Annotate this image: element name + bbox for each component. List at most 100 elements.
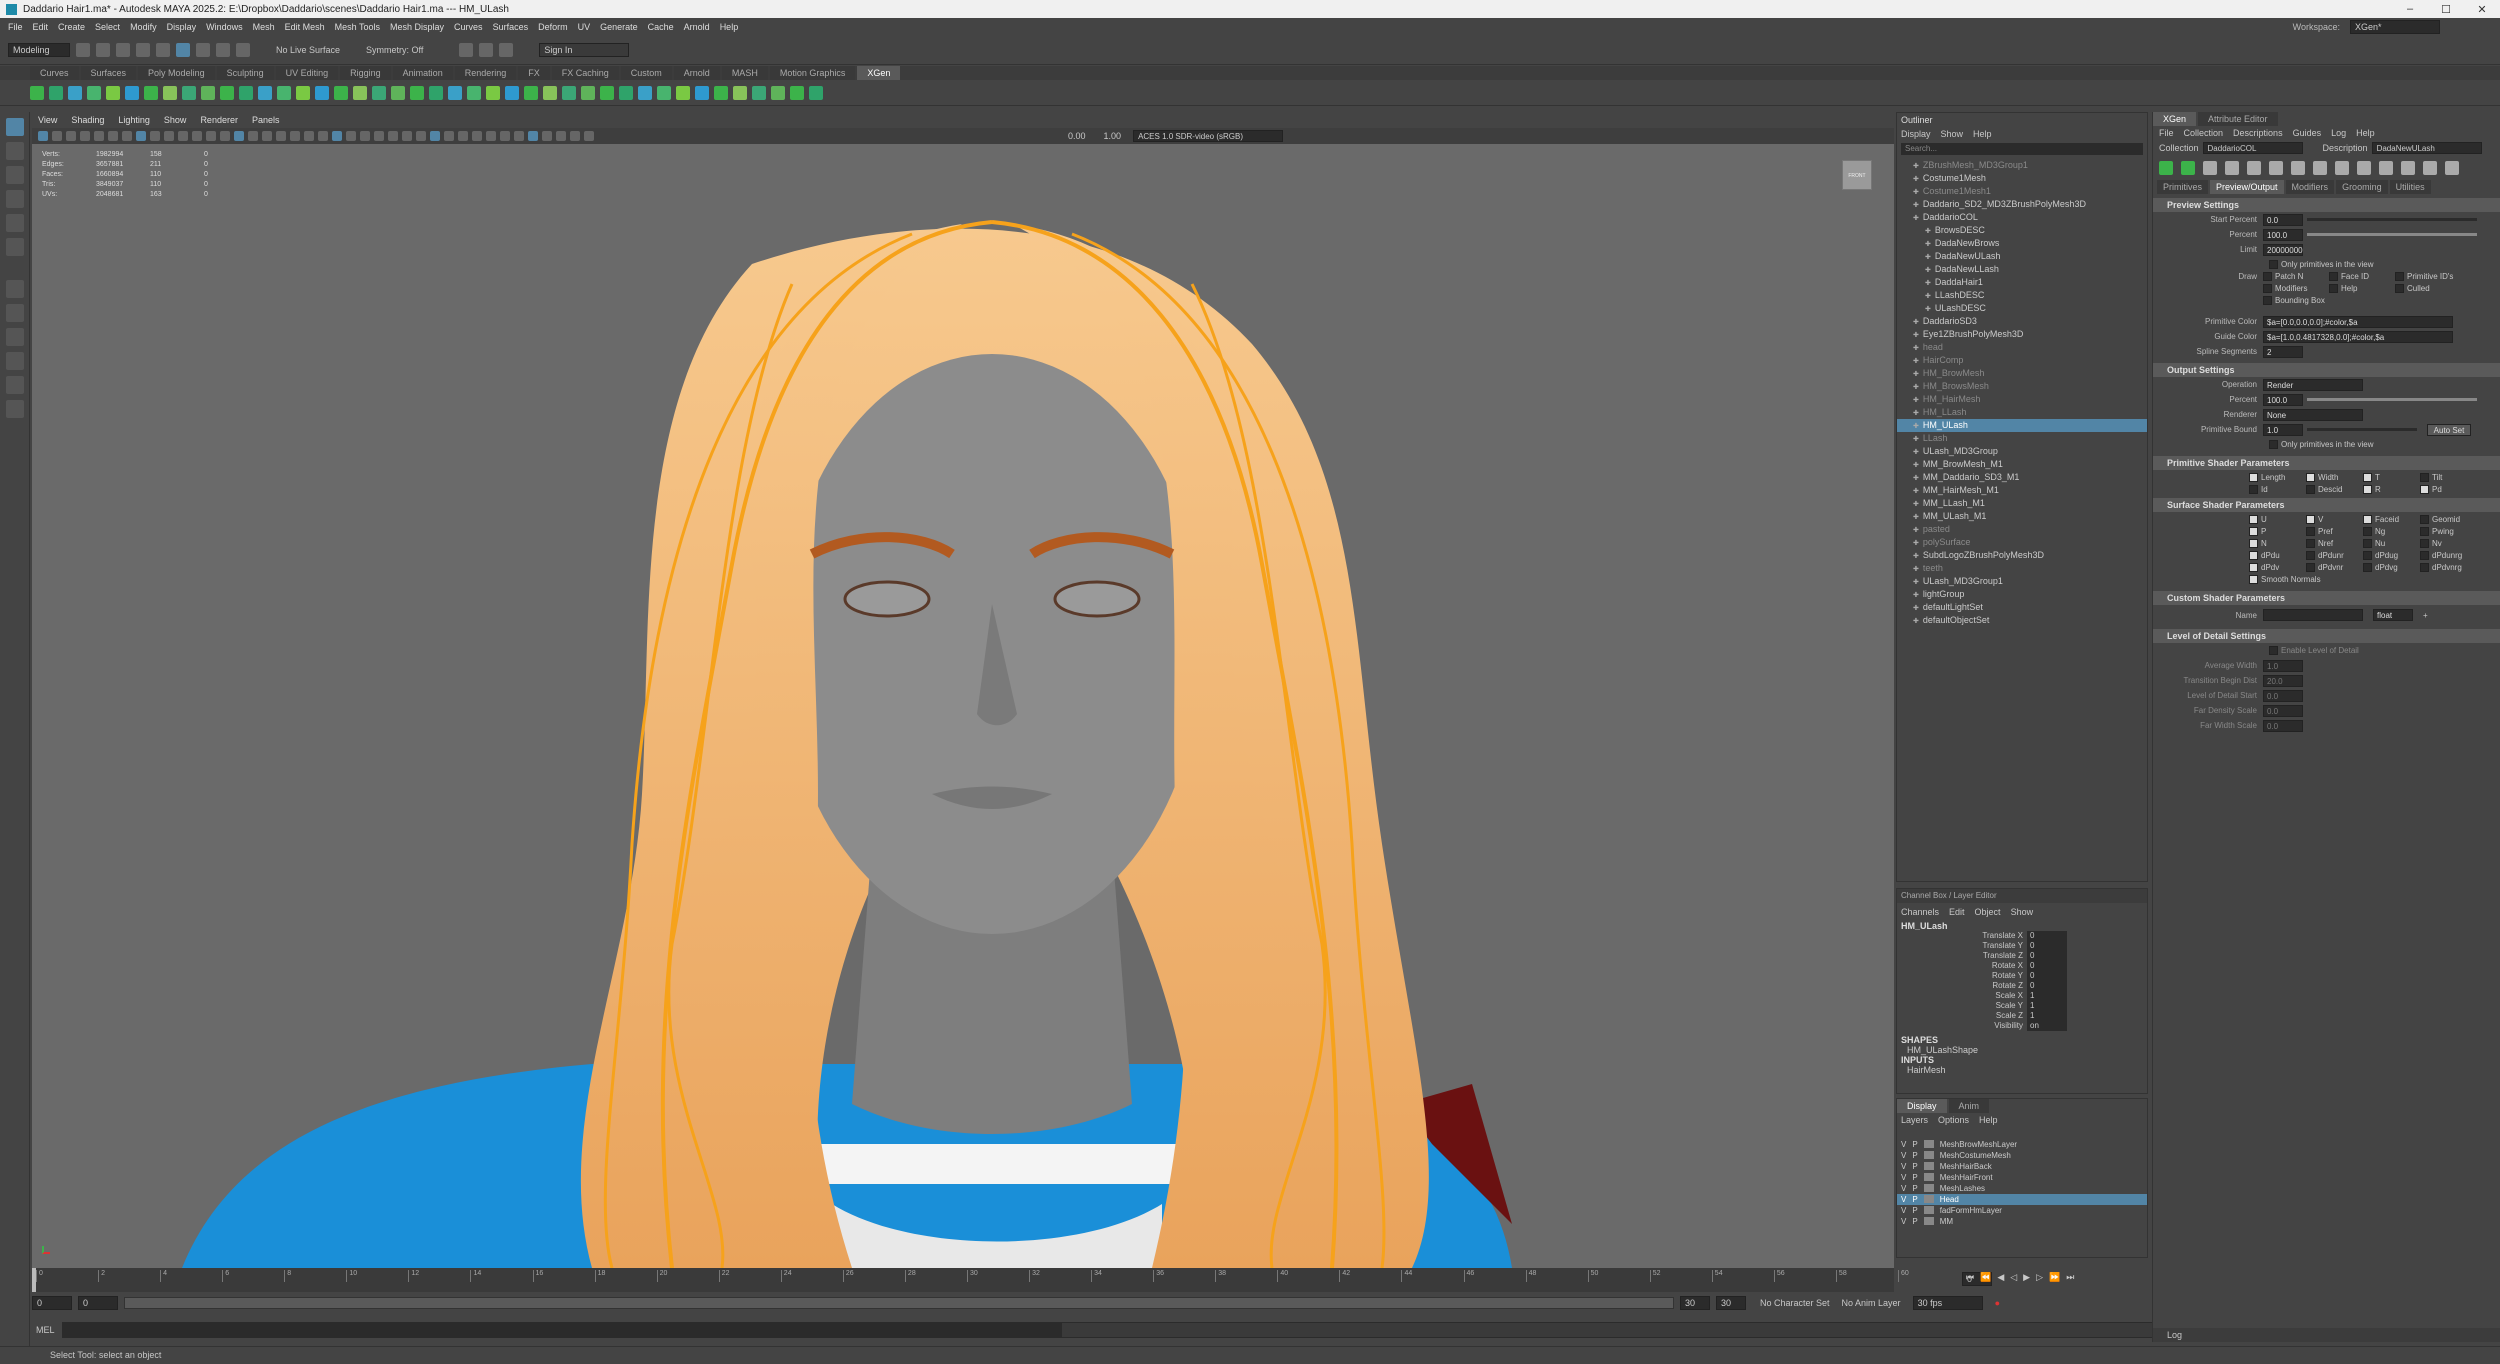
end-time-field[interactable]: 30 [1716, 1296, 1746, 1310]
xgen-shelf-tool-icon[interactable] [467, 85, 481, 100]
surf-shader-checkbox[interactable] [2420, 563, 2429, 572]
lod-field[interactable]: 20.0 [2263, 674, 2303, 687]
xgen-shelf-tool-icon[interactable] [68, 85, 82, 100]
layer-color-swatch[interactable] [1923, 1217, 1934, 1225]
minimize-button[interactable]: – [2392, 3, 2428, 15]
auto-key-icon[interactable]: ● [1995, 1298, 2000, 1308]
outliner-item[interactable]: ✚ BrowsDESC [1897, 224, 2147, 237]
layer-visibility-toggle[interactable]: V [1901, 1183, 1906, 1194]
xgen-shelf-tool-icon[interactable] [201, 85, 215, 100]
undo-icon[interactable] [136, 42, 150, 57]
surf-shader-checkbox[interactable] [2249, 515, 2258, 524]
xgen-shelf-tool-icon[interactable] [562, 85, 576, 100]
exposure-value[interactable]: 0.00 [1068, 131, 1086, 141]
viewport-toolbar-icon[interactable] [528, 131, 538, 141]
channel-menu-edit[interactable]: Edit [1949, 907, 1965, 917]
close-button[interactable]: ✕ [2464, 3, 2500, 16]
viewport-front[interactable]: Verts: 1982994 158 0 Edges: 3657881 211 0 Faces:… [32, 144, 1894, 1268]
outliner-layout-icon[interactable] [6, 352, 24, 370]
xgen-tab-grooming[interactable]: Grooming [2336, 180, 2388, 194]
outliner-item[interactable]: ✚ ULashDESC [1897, 302, 2147, 315]
layer-row[interactable]: V P MeshHairFront [1897, 1172, 2147, 1183]
percent-field[interactable]: 100.0 [2263, 228, 2303, 241]
viewport-toolbar-icon[interactable] [262, 131, 272, 141]
xgen-top-tab-xgen[interactable]: XGen [2153, 112, 2197, 126]
limit-field[interactable]: 20000000 [2263, 243, 2303, 256]
layer-playback-toggle[interactable]: P [1912, 1161, 1917, 1172]
xgen-tool-icon[interactable] [2225, 161, 2239, 175]
xgen-shelf-tool-icon[interactable] [410, 85, 424, 100]
viewport-toolbar-icon[interactable] [206, 131, 216, 141]
layer-color-swatch[interactable] [1923, 1140, 1934, 1148]
layer-color-swatch[interactable] [1923, 1162, 1934, 1170]
paint-select-icon[interactable] [6, 166, 24, 184]
viewport-toolbar-icon[interactable] [150, 131, 160, 141]
menu-windows[interactable]: Windows [206, 22, 243, 32]
panel-menu-show[interactable]: Show [164, 115, 187, 125]
layer-playback-toggle[interactable]: P [1912, 1194, 1917, 1205]
layer-menu-options[interactable]: Options [1938, 1115, 1969, 1125]
layer-playback-toggle[interactable]: P [1912, 1183, 1917, 1194]
outliner-item[interactable]: ✚ MM_ULash_M1 [1897, 510, 2147, 523]
outliner-item[interactable]: ✚ DaddaHair1 [1897, 276, 2147, 289]
layer-row[interactable]: V P Head [1897, 1194, 2147, 1205]
shelf-tab-fx-caching[interactable]: FX Caching [551, 66, 619, 80]
xgen-tool-icon[interactable] [2159, 161, 2173, 175]
outliner-item[interactable]: ✚ MM_Daddario_SD3_M1 [1897, 471, 2147, 484]
persp-outliner-icon[interactable] [6, 376, 24, 394]
character-set-label[interactable]: No Character Set [1760, 1298, 1830, 1308]
menu-modify[interactable]: Modify [130, 22, 157, 32]
xgen-shelf-tool-icon[interactable] [277, 85, 291, 100]
render-settings-icon[interactable] [499, 42, 514, 57]
menu-mesh-display[interactable]: Mesh Display [390, 22, 444, 32]
shelf-tab-animation[interactable]: Animation [392, 66, 453, 80]
layer-playback-toggle[interactable]: P [1912, 1150, 1917, 1161]
channel-menu-object[interactable]: Object [1975, 907, 2001, 917]
outliner-item[interactable]: ✚ HM_HairMesh [1897, 393, 2147, 406]
gamma-value[interactable]: 1.00 [1104, 131, 1122, 141]
viewport-toolbar-icon[interactable] [570, 131, 580, 141]
viewport-toolbar-icon[interactable] [38, 131, 48, 141]
start-time-field[interactable]: 0 [32, 1296, 72, 1310]
viewport-toolbar-icon[interactable] [192, 131, 202, 141]
surf-shader-checkbox[interactable] [2363, 563, 2372, 572]
outliner-item[interactable]: ✚ HM_BrowMesh [1897, 367, 2147, 380]
outliner-item[interactable]: ✚ LLashDESC [1897, 289, 2147, 302]
ipr-render-icon[interactable] [479, 42, 494, 57]
xgen-tool-icon[interactable] [2445, 161, 2459, 175]
go-to-start-icon[interactable]: ⏮ [1966, 1272, 1974, 1283]
outliner-item[interactable]: ✚ Costume1Mesh1 [1897, 185, 2147, 198]
viewport-toolbar-icon[interactable] [430, 131, 440, 141]
viewport-toolbar-icon[interactable] [444, 131, 454, 141]
xgen-shelf-tool-icon[interactable] [49, 85, 63, 100]
prim-shader-checkbox[interactable] [2306, 485, 2315, 494]
shelf-tab-uv-editing[interactable]: UV Editing [275, 66, 339, 80]
draw-option-checkbox[interactable] [2329, 272, 2338, 281]
layer-playback-toggle[interactable]: P [1912, 1139, 1917, 1150]
draw-option-checkbox[interactable] [2263, 272, 2272, 281]
outliner-item[interactable]: ✚ polySurface [1897, 536, 2147, 549]
lod-field[interactable]: 0.0 [2263, 719, 2303, 732]
xgen-shelf-tool-icon[interactable] [657, 85, 671, 100]
surf-shader-checkbox[interactable] [2306, 563, 2315, 572]
xgen-shelf-tool-icon[interactable] [372, 85, 386, 100]
viewport-toolbar-icon[interactable] [178, 131, 188, 141]
four-view-icon[interactable] [6, 328, 24, 346]
viewport-toolbar-icon[interactable] [290, 131, 300, 141]
xgen-shelf-tool-icon[interactable] [790, 85, 804, 100]
snap-curve-icon[interactable] [216, 42, 230, 57]
draw-option-checkbox[interactable] [2263, 284, 2272, 293]
xgen-menu-file[interactable]: File [2159, 128, 2174, 138]
panel-menu-renderer[interactable]: Renderer [200, 115, 238, 125]
mel-input[interactable] [62, 1323, 1062, 1337]
xgen-shelf-tool-icon[interactable] [695, 85, 709, 100]
step-back-icon[interactable]: ◀ [1997, 1272, 2004, 1283]
outliner-item[interactable]: ✚ HM_ULash [1897, 419, 2147, 432]
panel-menu-lighting[interactable]: Lighting [118, 115, 150, 125]
viewport-toolbar-icon[interactable] [500, 131, 510, 141]
outliner-menu-display[interactable]: Display [1901, 129, 1931, 139]
layer-color-swatch[interactable] [1923, 1195, 1934, 1203]
layer-row[interactable]: V P MeshHairBack [1897, 1161, 2147, 1172]
xgen-shelf-tool-icon[interactable] [106, 85, 120, 100]
output-percent-slider[interactable] [2307, 398, 2477, 401]
